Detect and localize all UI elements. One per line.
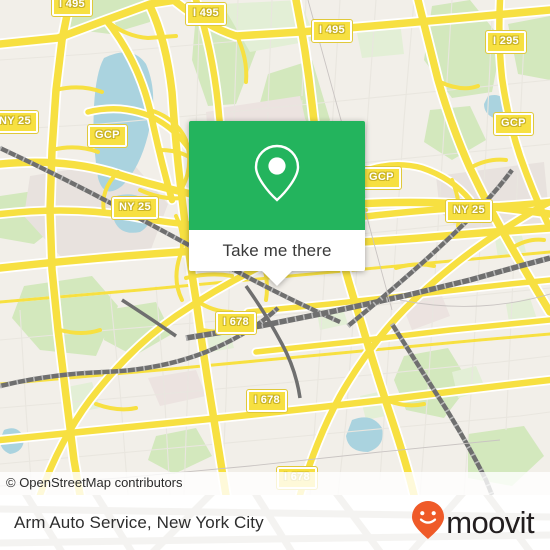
- popup-icon-area: [189, 121, 365, 230]
- road-shield: I 495: [311, 19, 353, 43]
- place-title: Arm Auto Service, New York City: [14, 512, 264, 532]
- moovit-pin-smile-icon: [411, 500, 445, 545]
- road-shield: I 295: [485, 30, 527, 54]
- road-shield: GCP: [493, 112, 534, 136]
- road-shield: NY 25: [111, 196, 159, 220]
- road-shield: I 678: [246, 389, 288, 413]
- take-me-there-button[interactable]: Take me there: [222, 241, 331, 261]
- location-popup-card[interactable]: Take me there: [189, 121, 365, 286]
- road-shield: GCP: [87, 124, 128, 148]
- road-shield: GCP: [361, 166, 402, 190]
- road-shield: I 495: [185, 2, 227, 26]
- road-shield: NY 25: [445, 199, 493, 223]
- map-pin-icon: [251, 142, 303, 209]
- popup-action-area[interactable]: Take me there: [189, 230, 365, 286]
- moovit-wordmark: moovit: [446, 505, 534, 540]
- moovit-map-page: .rd { stroke:#f7e041; stroke-linecap:rou…: [0, 0, 550, 550]
- popup-tail-pointer: [261, 270, 293, 286]
- road-shield: I 495: [51, 0, 93, 17]
- map-attribution[interactable]: © OpenStreetMap contributors: [0, 472, 550, 495]
- road-shield: I 678: [215, 311, 257, 335]
- moovit-logo[interactable]: moovit: [411, 500, 535, 545]
- bottom-info-bar: Arm Auto Service, New York City moovit: [0, 495, 550, 550]
- road-shield: NY 25: [0, 110, 39, 134]
